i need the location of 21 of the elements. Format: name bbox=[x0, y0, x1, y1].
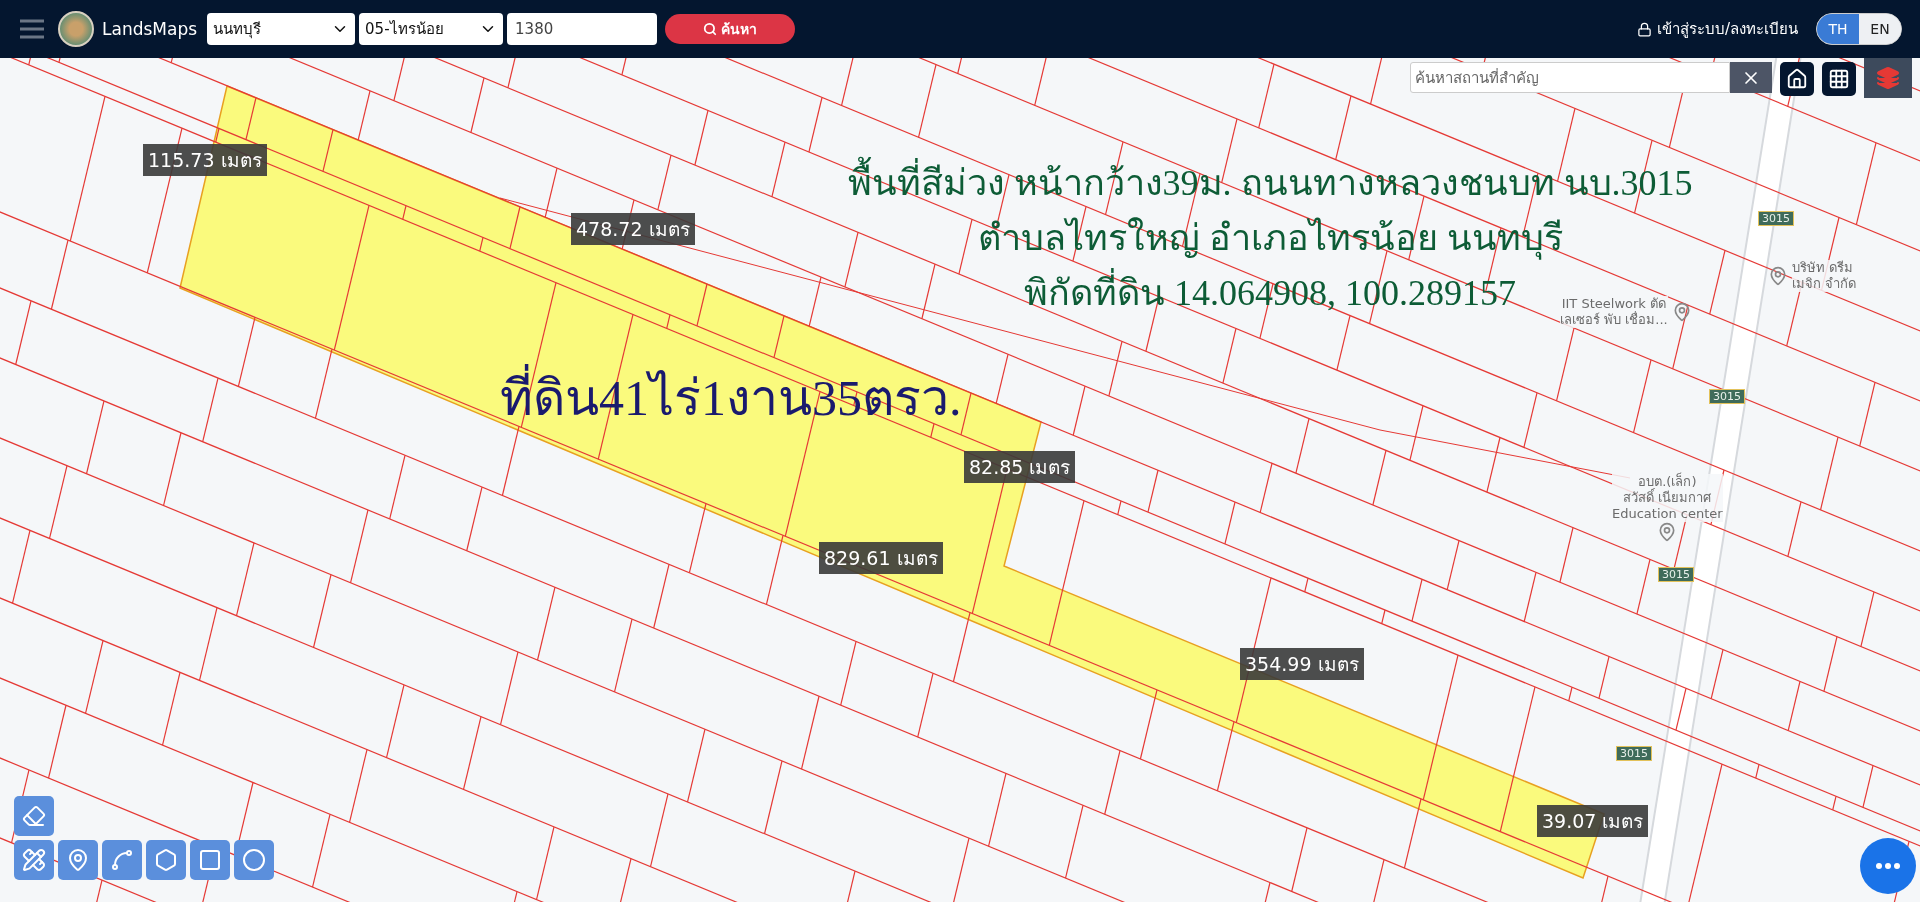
distance-label: 115.73 เมตร bbox=[143, 144, 267, 176]
brand-name: LandsMaps bbox=[102, 19, 198, 39]
place-label: IIT Steelwork ตัด เลเซอร์ พับ เชื่อม... bbox=[1560, 296, 1668, 328]
login-link[interactable]: เข้าสู่ระบบ/ลงทะเบียน bbox=[1636, 17, 1798, 41]
parcel-number-field[interactable]: 1380 bbox=[507, 13, 658, 45]
distance-label: 478.72 เมตร bbox=[571, 213, 695, 245]
road-sign: 3015 bbox=[1709, 389, 1745, 404]
distance-label: 39.07 เมตร bbox=[1537, 805, 1649, 837]
search-button[interactable]: ค้นหา bbox=[665, 14, 796, 44]
distance-label: 82.85 เมตร bbox=[964, 451, 1076, 483]
place-label: อบต.(เล็ก) สวัสดิ์ เนียมกาศ Education center bbox=[1612, 474, 1723, 522]
distance-label: 829.61 เมตร bbox=[819, 542, 943, 574]
road-sign: 3015 bbox=[1658, 567, 1694, 582]
place-search-field[interactable]: ค้นหาสถานที่สำคัญ bbox=[1410, 62, 1730, 93]
road-sign: 3015 bbox=[1616, 746, 1652, 761]
place-label: บริษัท ดรีม เมจิก จำกัด bbox=[1792, 260, 1857, 292]
province-dropdown[interactable]: นนทบุรี bbox=[207, 13, 356, 45]
language-option[interactable]: TH bbox=[1817, 14, 1859, 44]
distance-label: 354.99 เมตร bbox=[1240, 648, 1364, 680]
road-sign: 3015 bbox=[1758, 211, 1794, 226]
district-dropdown[interactable]: 05-ไทรน้อย bbox=[359, 13, 504, 45]
